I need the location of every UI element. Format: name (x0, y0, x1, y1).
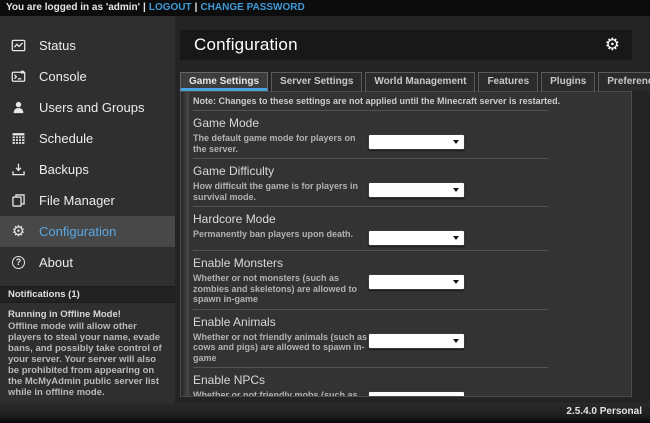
notification-title: Running in Offline Mode! (8, 309, 167, 320)
tab-content-panel: Note: Changes to these settings are not … (180, 91, 632, 397)
setting-description: Whether or not friendly mobs (such as vi… (193, 390, 368, 397)
sidebar-item-label: Console (39, 69, 87, 84)
sidebar-item-status[interactable]: Status (0, 30, 175, 61)
topbar: You are logged in as 'admin'|LOGOUT|CHAN… (0, 0, 650, 16)
login-status-text: You are logged in as 'admin' (6, 2, 140, 13)
setting-row-game-mode: Game Mode The default game mode for play… (193, 111, 548, 159)
sidebar-item-label: Status (39, 38, 76, 53)
sidebar-item-schedule[interactable]: Schedule (0, 123, 175, 154)
tab-features[interactable]: Features (478, 72, 538, 91)
setting-select[interactable] (368, 230, 465, 246)
setting-row-hardcore-mode: Hardcore Mode Permanently ban players up… (193, 207, 548, 251)
sidebar-item-users-and-groups[interactable]: Users and Groups (0, 92, 175, 123)
status-icon (10, 37, 27, 54)
notification-body: Offline mode will allow other players to… (8, 321, 167, 398)
sidebar-item-label: Backups (39, 162, 89, 177)
tab-bar: Game Settings Server Settings World Mana… (180, 72, 632, 91)
setting-select[interactable] (368, 274, 465, 290)
sidebar: Status Console Users and Groups Schedule (0, 16, 175, 403)
logout-link[interactable]: LOGOUT (149, 2, 192, 13)
tab-preferences[interactable]: Preferences (598, 72, 650, 91)
setting-select[interactable] (368, 333, 465, 349)
setting-row-game-difficulty: Game Difficulty How difficult the game i… (193, 159, 548, 207)
sidebar-item-label: About (39, 255, 73, 270)
sidebar-item-about[interactable]: ? About (0, 247, 175, 278)
file-manager-icon (10, 192, 27, 209)
page-title: Configuration (194, 35, 298, 55)
change-password-link[interactable]: CHANGE PASSWORD (200, 2, 304, 13)
page-header: Configuration ⚙ (180, 30, 632, 60)
setting-select[interactable] (368, 391, 465, 397)
tab-label: Server Settings (280, 76, 353, 87)
notifications-panel: Running in Offline Mode! Offline mode wi… (0, 303, 175, 398)
schedule-icon (10, 130, 27, 147)
sidebar-item-label: Schedule (39, 131, 93, 146)
sidebar-item-console[interactable]: Console (0, 61, 175, 92)
setting-description: Permanently ban players upon death. (193, 229, 368, 240)
dropdown-arrow-icon (453, 236, 459, 240)
setting-title: Game Mode (193, 116, 548, 130)
notifications-header: Notifications (1) (0, 286, 175, 303)
tab-world-management[interactable]: World Management (365, 72, 475, 91)
gear-icon[interactable]: ⚙ (605, 37, 620, 54)
tab-label: Preferences (607, 76, 650, 87)
tab-label: Game Settings (189, 76, 259, 87)
sidebar-item-label: File Manager (39, 193, 115, 208)
setting-row-enable-monsters: Enable Monsters Whether or not monsters … (193, 251, 548, 310)
setting-title: Hardcore Mode (193, 212, 548, 226)
about-icon: ? (10, 254, 27, 271)
setting-description: How difficult the game is for players in… (193, 181, 368, 202)
separator: | (140, 2, 149, 13)
setting-description: The default game mode for players on the… (193, 133, 368, 154)
backups-icon (10, 161, 27, 178)
setting-title: Enable Monsters (193, 256, 548, 270)
dropdown-arrow-icon (453, 280, 459, 284)
tab-label: Features (487, 76, 529, 87)
setting-description: Whether or not monsters (such as zombies… (193, 273, 368, 305)
tab-game-settings[interactable]: Game Settings (180, 72, 268, 91)
setting-row-enable-npcs: Enable NPCs Whether or not friendly mobs… (193, 368, 548, 397)
footer: 2.5.4.0 Personal (0, 403, 650, 423)
users-icon (10, 99, 27, 116)
configuration-icon: ⚙ (10, 223, 27, 240)
dropdown-arrow-icon (453, 339, 459, 343)
main-area: Configuration ⚙ Game Settings Server Set… (180, 16, 632, 403)
tab-label: Plugins (550, 76, 586, 87)
sidebar-item-label: Users and Groups (39, 100, 145, 115)
setting-title: Enable Animals (193, 315, 548, 329)
setting-title: Enable NPCs (193, 373, 548, 387)
dropdown-arrow-icon (453, 140, 459, 144)
sidebar-item-configuration[interactable]: ⚙ Configuration (0, 216, 175, 247)
console-icon (10, 68, 27, 85)
tab-server-settings[interactable]: Server Settings (271, 72, 362, 91)
setting-description: Whether or not friendly animals (such as… (193, 332, 368, 364)
sidebar-item-backups[interactable]: Backups (0, 154, 175, 185)
setting-select[interactable] (368, 182, 465, 198)
setting-title: Game Difficulty (193, 164, 548, 178)
sidebar-item-label: Configuration (39, 224, 116, 239)
sidebar-nav: Status Console Users and Groups Schedule (0, 16, 175, 278)
setting-row-enable-animals: Enable Animals Whether or not friendly a… (193, 310, 548, 369)
restart-note: Note: Changes to these settings are not … (193, 92, 548, 111)
panel-inset-groove (181, 92, 189, 396)
version-text: 2.5.4.0 Personal (566, 406, 642, 417)
sidebar-item-file-manager[interactable]: File Manager (0, 185, 175, 216)
dropdown-arrow-icon (453, 188, 459, 192)
tab-plugins[interactable]: Plugins (541, 72, 595, 91)
tab-label: World Management (374, 76, 466, 87)
setting-select[interactable] (368, 134, 465, 150)
